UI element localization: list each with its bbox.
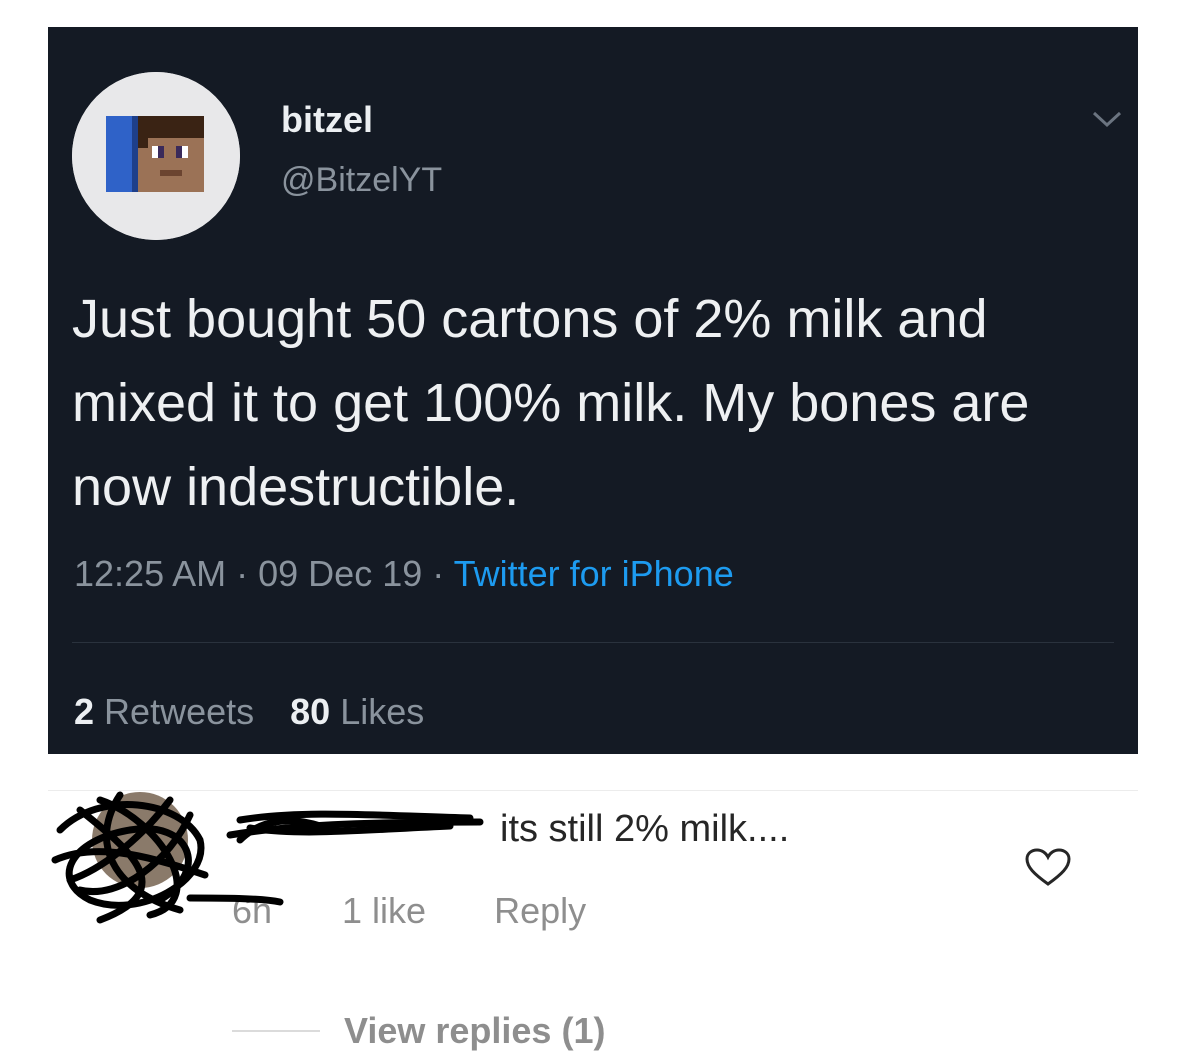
minecraft-skin-avatar-icon (72, 72, 240, 240)
tweet-text: Just bought 50 cartons of 2% milk and mi… (72, 289, 1030, 517)
profile-avatar[interactable] (72, 72, 240, 240)
tweet-card: bitzel @BitzelYT Just bought 50 cartons … (48, 27, 1138, 754)
likes-count: 80 (290, 691, 331, 732)
meta-separator: · (432, 553, 445, 594)
view-replies-button[interactable]: View replies (1) (344, 1010, 605, 1052)
retweets-label: Retweets (104, 691, 255, 732)
retweets-stat[interactable]: 2 Retweets (74, 691, 254, 732)
likes-label: Likes (340, 691, 425, 732)
divider (72, 642, 1114, 643)
tweet-meta: 12:25 AM · 09 Dec 19 · Twitter for iPhon… (74, 553, 734, 595)
redaction-scribble (51, 791, 484, 924)
tweet-date: 09 Dec 19 (258, 553, 423, 594)
tweet-stats: 2 Retweets 80 Likes (74, 691, 424, 733)
likes-stat[interactable]: 80 Likes (290, 691, 424, 732)
heart-icon[interactable] (1024, 848, 1072, 888)
comment-text: its still 2% milk.... (500, 808, 790, 850)
view-replies-line (232, 1030, 320, 1032)
meta-separator: · (236, 553, 249, 594)
retweets-count: 2 (74, 691, 95, 732)
display-name[interactable]: bitzel (281, 99, 373, 141)
user-handle[interactable]: @BitzelYT (281, 161, 442, 200)
chevron-down-icon[interactable] (1090, 107, 1124, 131)
tweet-source-link[interactable]: Twitter for iPhone (454, 553, 734, 594)
tweet-time: 12:25 AM (74, 553, 227, 594)
